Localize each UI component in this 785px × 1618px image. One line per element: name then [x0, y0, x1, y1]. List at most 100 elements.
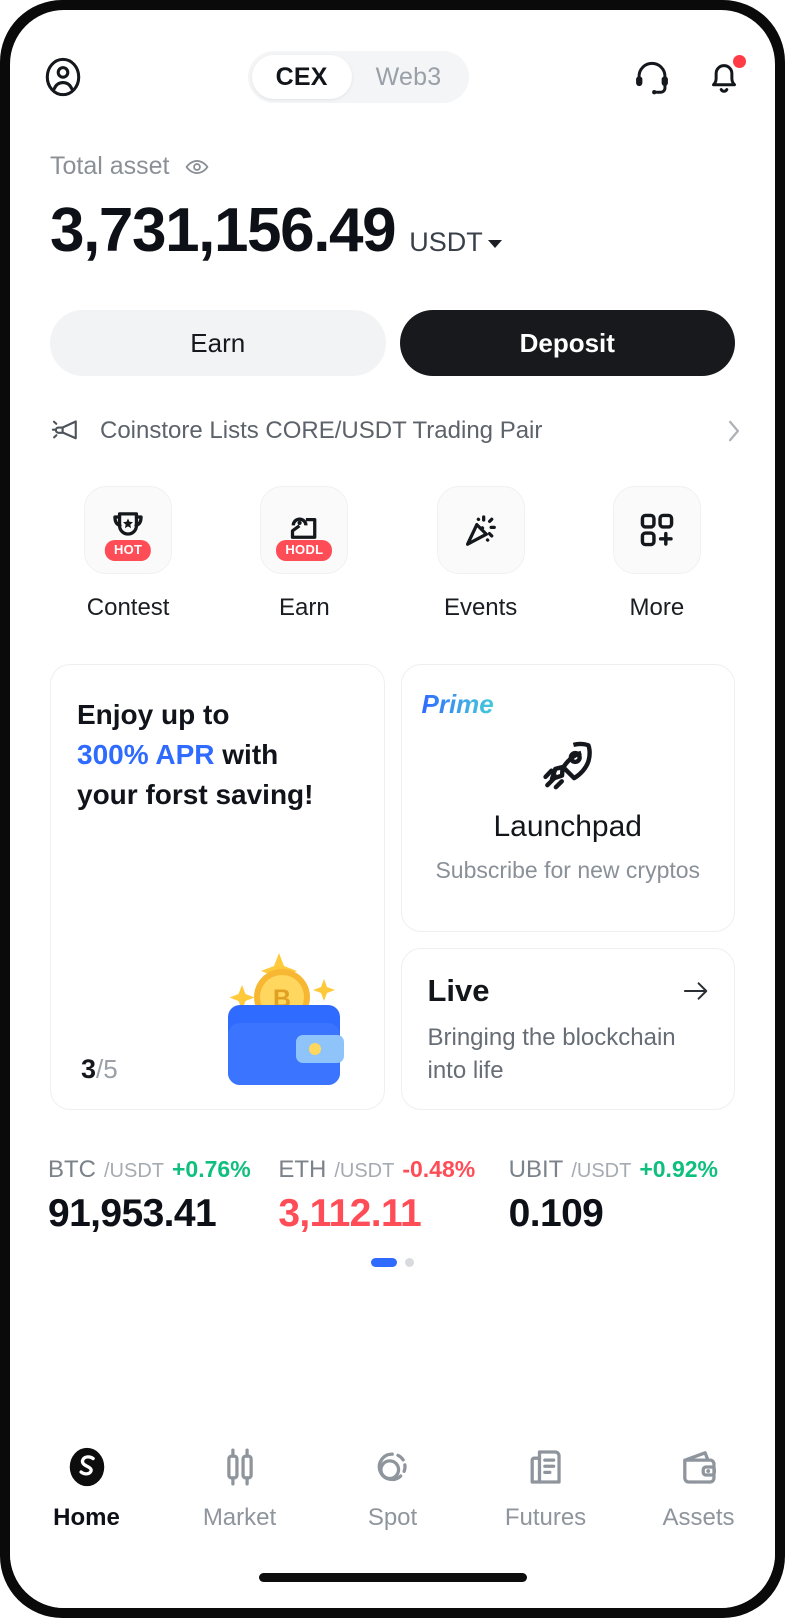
carousel-counter: 3/5 — [81, 1054, 118, 1085]
events-tile — [436, 486, 525, 574]
promo-line1: Enjoy up to — [77, 699, 230, 730]
tab-web3-label: Web3 — [375, 62, 442, 91]
app-screen: CEX Web3 Total asset 3,731,156.49 USDT E… — [10, 10, 775, 1608]
user-circle-icon[interactable] — [40, 54, 86, 100]
spot-circles-icon — [370, 1444, 416, 1490]
currency-label: USDT — [409, 227, 483, 257]
primary-actions: Earn Deposit — [10, 266, 775, 376]
launchpad-title: Launchpad — [493, 810, 642, 843]
prime-tag: Prime — [421, 689, 494, 719]
chevron-right-icon — [725, 418, 743, 444]
ticker-eth-price: 3,112.11 — [278, 1192, 422, 1235]
ticker-eth-header: ETH/USDT -0.48% — [278, 1156, 508, 1184]
carousel-current: 3 — [81, 1054, 97, 1084]
eye-icon[interactable] — [184, 154, 210, 180]
promo-accent: 300% APR — [77, 738, 215, 770]
earn-button[interactable]: Earn — [50, 310, 386, 376]
contest-badge: HOT — [104, 540, 152, 561]
promo-heading: Enjoy up to 300% APR with your forst sav… — [77, 695, 358, 814]
quick-action-more[interactable]: More — [569, 486, 745, 622]
nav-item-market-label: Market — [202, 1504, 277, 1531]
ticker-eth-quote: /USDT — [334, 1160, 395, 1182]
home-indicator — [258, 1573, 527, 1582]
quick-action-earn-label: Earn — [279, 594, 330, 621]
promo-line2-tail: with — [214, 738, 279, 770]
headset-icon[interactable] — [631, 56, 673, 98]
quick-actions: HOT Contest HODL Earn Events More — [10, 446, 775, 622]
bottom-navigation: Home Market Spot Futures Assets — [10, 1422, 775, 1608]
earn-tile: HODL — [260, 486, 349, 574]
nav-item-market[interactable]: Market — [163, 1444, 316, 1532]
balance-section: Total asset 3,731,156.49 USDT — [10, 110, 775, 266]
ticker-btc[interactable]: BTC/USDT +0.76% 91,953.41 — [48, 1156, 278, 1236]
live-title: Live — [427, 973, 490, 1008]
nav-item-assets-label: Assets — [662, 1504, 735, 1531]
quick-action-more-label: More — [629, 594, 685, 621]
contest-tile: HOT — [84, 486, 173, 574]
right-cards-column: Prime Launchpad Subscribe for new crypto… — [400, 664, 735, 1110]
promo-column: Enjoy up to 300% APR with your forst sav… — [50, 664, 385, 1110]
tab-cex-label: CEX — [275, 62, 328, 91]
ticker-ubit-base: UBIT — [508, 1156, 564, 1183]
nav-item-futures-label: Futures — [504, 1504, 587, 1531]
deposit-button[interactable]: Deposit — [399, 310, 735, 376]
announcement-banner[interactable]: Coinstore Lists CORE/USDT Trading Pair — [10, 376, 775, 446]
ticker-btc-price: 91,953.41 — [48, 1192, 217, 1235]
quick-action-events[interactable]: Events — [393, 486, 569, 622]
more-tile — [612, 486, 701, 574]
notification-badge — [733, 55, 746, 68]
nav-item-home-label: Home — [53, 1504, 120, 1531]
nav-item-spot-label: Spot — [367, 1504, 418, 1531]
arrow-right-icon[interactable] — [682, 980, 710, 1002]
promo-line3: your forst saving! — [77, 778, 314, 810]
live-card[interactable]: Live Bringing the blockchain into life — [400, 948, 735, 1110]
carousel-total: /5 — [96, 1054, 118, 1084]
header-actions — [631, 55, 746, 98]
ticker-ubit-change: +0.92% — [639, 1156, 718, 1182]
promo-card[interactable]: Enjoy up to 300% APR with your forst sav… — [50, 664, 385, 1110]
ticker-btc-header: BTC/USDT +0.76% — [48, 1156, 278, 1184]
quick-action-events-label: Events — [443, 594, 518, 621]
ticker-ubit-price: 0.109 — [508, 1192, 604, 1235]
ticker-ubit-header: UBIT/USDT +0.92% — [509, 1156, 739, 1184]
pagination-dot-1[interactable] — [371, 1258, 397, 1267]
ticker-eth[interactable]: ETH/USDT -0.48% 3,112.11 — [278, 1156, 508, 1236]
chevron-down-icon — [487, 240, 502, 248]
tab-web3[interactable]: Web3 — [352, 55, 466, 99]
nav-item-assets[interactable]: Assets — [622, 1444, 775, 1532]
total-asset-label: Total asset — [50, 152, 170, 180]
pagination-dot-2[interactable] — [405, 1258, 414, 1267]
nav-item-futures[interactable]: Futures — [469, 1444, 622, 1532]
cex-web3-toggle: CEX Web3 — [86, 51, 631, 103]
ticker-btc-base: BTC — [48, 1156, 96, 1183]
nav-item-spot[interactable]: Spot — [316, 1444, 469, 1532]
quick-action-contest[interactable]: HOT Contest — [40, 486, 216, 622]
launchpad-card[interactable]: Prime Launchpad Subscribe for new crypto… — [400, 664, 735, 932]
ticker-ubit-quote: /USDT — [571, 1160, 632, 1182]
currency-selector[interactable]: USDT — [409, 227, 502, 258]
nav-item-home[interactable]: Home — [10, 1444, 163, 1532]
bell-icon[interactable] — [703, 55, 746, 98]
ticker-btc-quote: /USDT — [104, 1160, 164, 1182]
wallet-icon — [676, 1444, 722, 1490]
document-icon — [523, 1444, 569, 1490]
rocket-icon — [537, 734, 599, 796]
ticker-pagination — [10, 1236, 775, 1267]
feature-cards: Enjoy up to 300% APR with your forst sav… — [10, 622, 775, 1110]
live-card-header: Live — [428, 973, 711, 1009]
total-asset-row: Total asset — [50, 152, 735, 181]
app-header: CEX Web3 — [10, 10, 775, 110]
home-logo-icon — [64, 1444, 110, 1490]
tab-cex[interactable]: CEX — [251, 55, 352, 99]
quick-action-earn[interactable]: HODL Earn — [216, 486, 392, 622]
earn-badge: HODL — [276, 540, 333, 561]
candlestick-icon — [217, 1444, 263, 1490]
live-subtitle: Bringing the blockchain into life — [427, 1024, 676, 1085]
announcement-text: Coinstore Lists CORE/USDT Trading Pair — [100, 417, 543, 444]
ticker-eth-base: ETH — [278, 1156, 327, 1183]
ticker-ubit[interactable]: UBIT/USDT +0.92% 0.109 — [509, 1156, 739, 1236]
launchpad-subtitle: Subscribe for new cryptos — [435, 857, 701, 883]
phone-frame: CEX Web3 Total asset 3,731,156.49 USDT E… — [0, 0, 785, 1618]
balance-amount: 3,731,156.49 — [50, 196, 397, 265]
segmented-control: CEX Web3 — [247, 51, 470, 103]
